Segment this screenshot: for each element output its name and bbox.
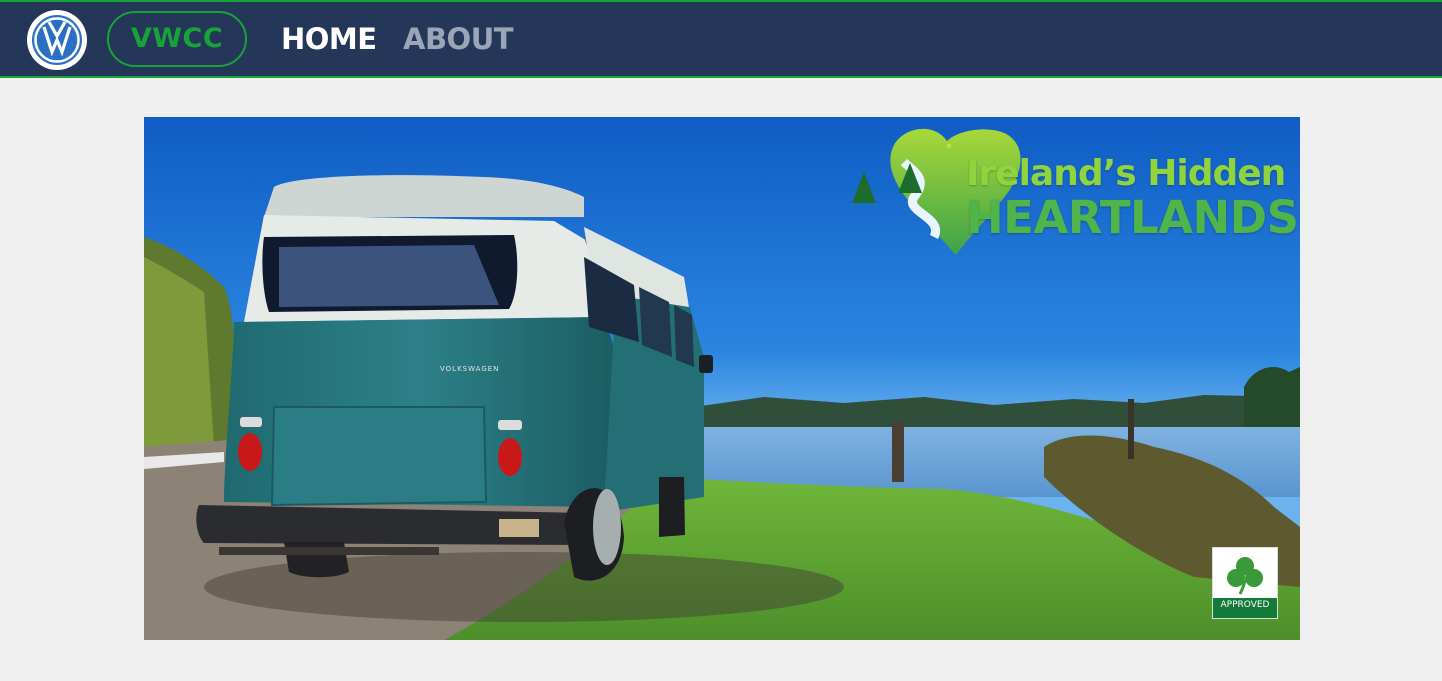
hero-title-line-2: HEARTLANDS	[966, 191, 1299, 244]
nav-link-home[interactable]: HOME	[281, 19, 377, 59]
approved-badge: APPROVED	[1212, 547, 1278, 619]
nav-link-about[interactable]: ABOUT	[403, 19, 514, 59]
approved-label: APPROVED	[1213, 598, 1277, 618]
hero-banner: Ireland’s Hidden HEARTLANDS VOLKSWAGEN A…	[144, 117, 1300, 640]
van-badge-text: VOLKSWAGEN	[440, 365, 500, 373]
volkswagen-logo-icon[interactable]	[27, 10, 87, 70]
hero-title-line-1: Ireland’s Hidden	[966, 153, 1286, 194]
shamrock-icon	[1227, 557, 1263, 595]
top-navbar: VWCC HOME ABOUT	[0, 0, 1442, 78]
brand-button[interactable]: VWCC	[107, 11, 247, 67]
